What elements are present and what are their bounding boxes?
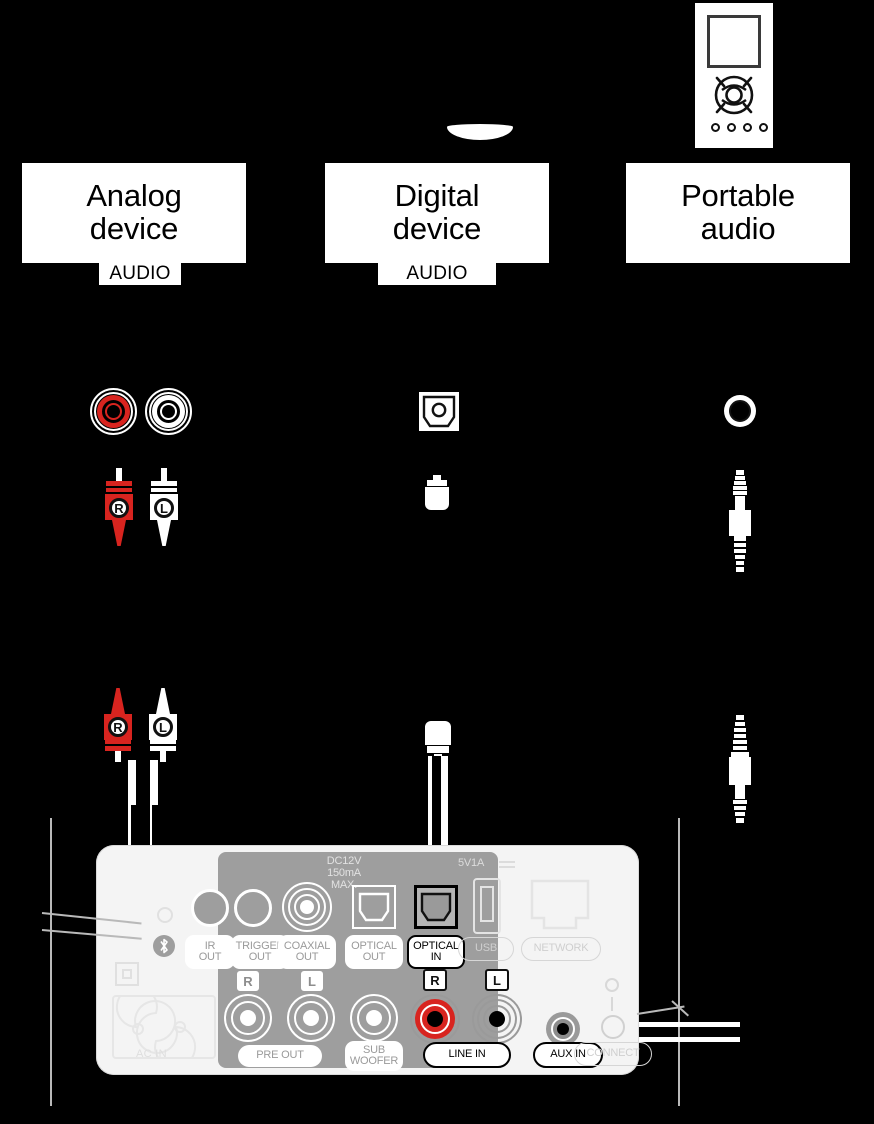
- source-digital-title-line2: device: [392, 211, 482, 246]
- bluetooth-icon: [153, 935, 175, 957]
- usb-label-text: USB: [474, 942, 498, 955]
- line-in-left-jack[interactable]: [472, 994, 522, 1044]
- rca-plug-left-label: L: [154, 498, 174, 518]
- source-portable-title-line1: Portable: [681, 178, 795, 214]
- ac-in-label: AC IN: [136, 1048, 167, 1060]
- speaker-lead-right-vertical: [678, 818, 680, 1106]
- optical-in-jack[interactable]: [414, 885, 458, 929]
- digital-device-disc-icon: [447, 124, 513, 140]
- player-screen-icon: [707, 15, 761, 68]
- optical-plug-upper: [424, 475, 450, 510]
- portable-player-icon: [695, 3, 773, 148]
- usb-power-note: 5V1A: [458, 857, 485, 869]
- coaxial-out-label-line2: OUT: [295, 951, 319, 963]
- ir-out-jack: [191, 889, 229, 927]
- pre-out-label: PRE OUT: [238, 1045, 322, 1067]
- player-clickwheel-icon: [714, 75, 754, 115]
- diagram-canvas: Analog device AUDIO Digital device AUDIO: [0, 0, 874, 1124]
- ir-receiver-icon: [157, 907, 173, 923]
- connect-button[interactable]: [601, 1015, 625, 1039]
- optical-out-label: OPTICAL OUT: [345, 935, 403, 969]
- source-device-digital: Digital device: [325, 163, 549, 263]
- mini-jack-socket: [724, 395, 756, 427]
- line-in-right-jack[interactable]: [410, 994, 460, 1044]
- optical-out-jack: [352, 885, 396, 929]
- usb-port: [473, 878, 501, 934]
- coaxial-out-jack: [282, 882, 332, 932]
- pre-out-label-text: PRE OUT: [256, 1049, 304, 1062]
- trigger-out-jack: [234, 889, 272, 927]
- subwoofer-label: SUB WOOFER: [345, 1041, 403, 1071]
- source-digital-audio-tag: AUDIO: [378, 263, 496, 285]
- optical-plug-lower: [424, 721, 452, 759]
- rca-plug-left-lower-label: L: [153, 717, 173, 737]
- coaxial-out-label: COAXIAL OUT: [278, 935, 336, 969]
- usb-dc-symbol-icon: [499, 861, 515, 869]
- ir-out-label-line2: OUT: [198, 951, 222, 963]
- line-in-label-text: LINE IN: [448, 1048, 486, 1061]
- speaker-terminal-right-bottom: [639, 1037, 740, 1042]
- source-digital-title-line1: Digital: [394, 178, 480, 214]
- connect-divider: [611, 997, 613, 1011]
- source-device-analog: Analog device: [22, 163, 246, 263]
- source-analog-title-line1: Analog: [86, 178, 182, 214]
- mini-plug-lower: [726, 715, 754, 823]
- network-label-text: NETWORK: [533, 942, 589, 955]
- connect-indicator-icon: [605, 978, 619, 992]
- rca-plug-left-upper: L: [146, 468, 182, 546]
- trigger-out-label-line2: OUT: [248, 951, 272, 963]
- trigger-dc-line1: DC12V: [326, 855, 362, 867]
- rca-socket-left: [145, 388, 192, 435]
- rca-plug-right-lower-label: R: [108, 717, 128, 737]
- rca-plug-right-upper: R: [101, 468, 137, 546]
- pre-out-left-badge: L: [301, 971, 323, 991]
- source-analog-audio-tag: AUDIO: [99, 263, 181, 285]
- line-in-label[interactable]: LINE IN: [423, 1042, 511, 1068]
- network-port: [529, 878, 591, 934]
- line-in-left-badge: L: [485, 969, 509, 991]
- player-buttons-icon: [711, 123, 768, 132]
- pre-out-left-jack: [287, 994, 335, 1042]
- connect-label[interactable]: CONNECT: [574, 1042, 652, 1066]
- subwoofer-label-line2: WOOFER: [349, 1055, 399, 1067]
- amplifier-rear-panel: DC12V 150mA MAX. IR OUT TRIGGER OUT COAX…: [96, 845, 652, 1075]
- mini-plug-upper: [726, 470, 754, 575]
- source-portable-title-line2: audio: [700, 211, 776, 246]
- usb-label: USB: [458, 937, 514, 961]
- standby-icon: [115, 962, 139, 986]
- speaker-lead-left-vertical: [50, 818, 52, 1106]
- rca-plug-right-label: R: [109, 498, 129, 518]
- speaker-terminal-right-top: [639, 1022, 740, 1027]
- optical-in-label[interactable]: OPTICAL IN: [407, 935, 465, 969]
- optical-socket: [419, 392, 459, 431]
- pre-out-right-badge: R: [237, 971, 259, 991]
- rca-socket-right: [90, 388, 137, 435]
- pre-out-right-jack: [224, 994, 272, 1042]
- rca-plug-left-lower: L: [145, 688, 181, 762]
- network-label: NETWORK: [521, 937, 601, 961]
- source-analog-title-line2: device: [89, 211, 179, 246]
- line-in-right-badge: R: [423, 969, 447, 991]
- connect-label-text: CONNECT: [586, 1047, 640, 1060]
- ir-out-label: IR OUT: [185, 935, 235, 969]
- aux-in-jack[interactable]: [546, 1012, 580, 1046]
- source-device-portable: Portable audio: [626, 163, 850, 263]
- trigger-dc-line2: 150mA: [327, 867, 361, 879]
- optical-out-label-line2: OUT: [362, 951, 386, 963]
- optical-in-label-line2: IN: [430, 951, 442, 963]
- rca-plug-right-lower: R: [100, 688, 136, 762]
- subwoofer-jack: [350, 994, 398, 1042]
